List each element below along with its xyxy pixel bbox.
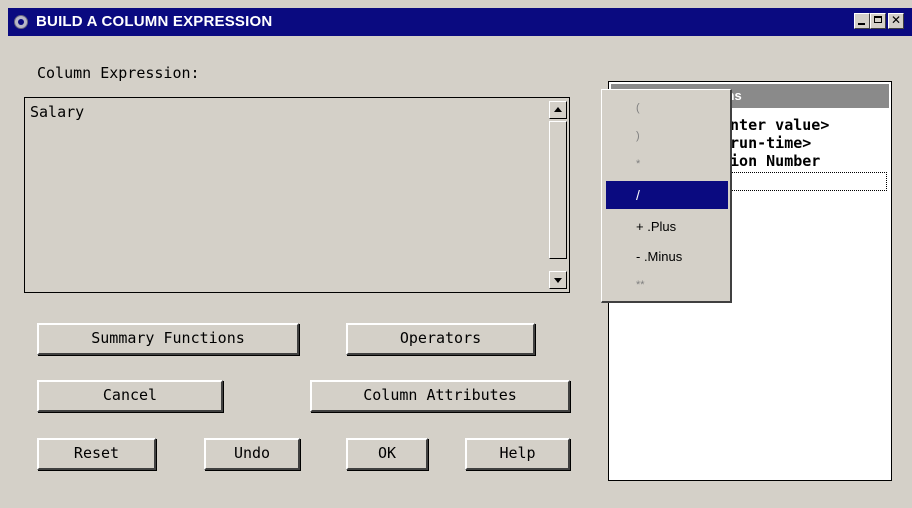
title-bar: BUILD A COLUMN EXPRESSION ✕ bbox=[8, 8, 912, 36]
ok-button[interactable]: OK bbox=[346, 438, 428, 470]
expression-scrollbar[interactable] bbox=[549, 101, 567, 289]
window-title: BUILD A COLUMN EXPRESSION bbox=[36, 13, 273, 30]
column-expression-textarea[interactable]: Salary bbox=[24, 97, 570, 293]
menu-item-multiply[interactable]: * bbox=[606, 150, 728, 178]
menu-item-power[interactable]: ** bbox=[606, 271, 728, 299]
scroll-thumb[interactable] bbox=[549, 121, 567, 259]
summary-functions-button[interactable]: Summary Functions bbox=[37, 323, 299, 355]
reset-button[interactable]: Reset bbox=[37, 438, 156, 470]
minimize-button[interactable] bbox=[854, 13, 870, 29]
scroll-up-button[interactable] bbox=[549, 101, 567, 119]
cancel-button[interactable]: Cancel bbox=[37, 380, 223, 412]
menu-item-divide[interactable]: / bbox=[606, 181, 728, 209]
column-attributes-button[interactable]: Column Attributes bbox=[310, 380, 570, 412]
maximize-button[interactable] bbox=[870, 13, 886, 29]
column-item[interactable]: enter value> bbox=[721, 116, 829, 134]
scroll-down-button[interactable] bbox=[549, 271, 567, 289]
menu-item-close-paren[interactable]: ) bbox=[606, 122, 728, 150]
column-expression-value: Salary bbox=[30, 103, 85, 121]
operators-button[interactable]: Operators bbox=[346, 323, 535, 355]
column-item[interactable]: tion Number bbox=[721, 152, 820, 170]
column-item[interactable]: run-time> bbox=[721, 134, 811, 152]
menu-item-minus[interactable]: - .Minus bbox=[606, 243, 728, 271]
operators-popup-menu[interactable]: ( ) * / + .Plus - .Minus ** bbox=[601, 89, 732, 303]
column-expression-label: Column Expression: bbox=[37, 64, 200, 82]
help-button[interactable]: Help bbox=[465, 438, 570, 470]
menu-item-open-paren[interactable]: ( bbox=[606, 94, 728, 122]
close-button[interactable]: ✕ bbox=[888, 13, 904, 29]
undo-button[interactable]: Undo bbox=[204, 438, 300, 470]
menu-item-plus[interactable]: + .Plus bbox=[606, 213, 728, 241]
app-icon bbox=[14, 15, 28, 29]
